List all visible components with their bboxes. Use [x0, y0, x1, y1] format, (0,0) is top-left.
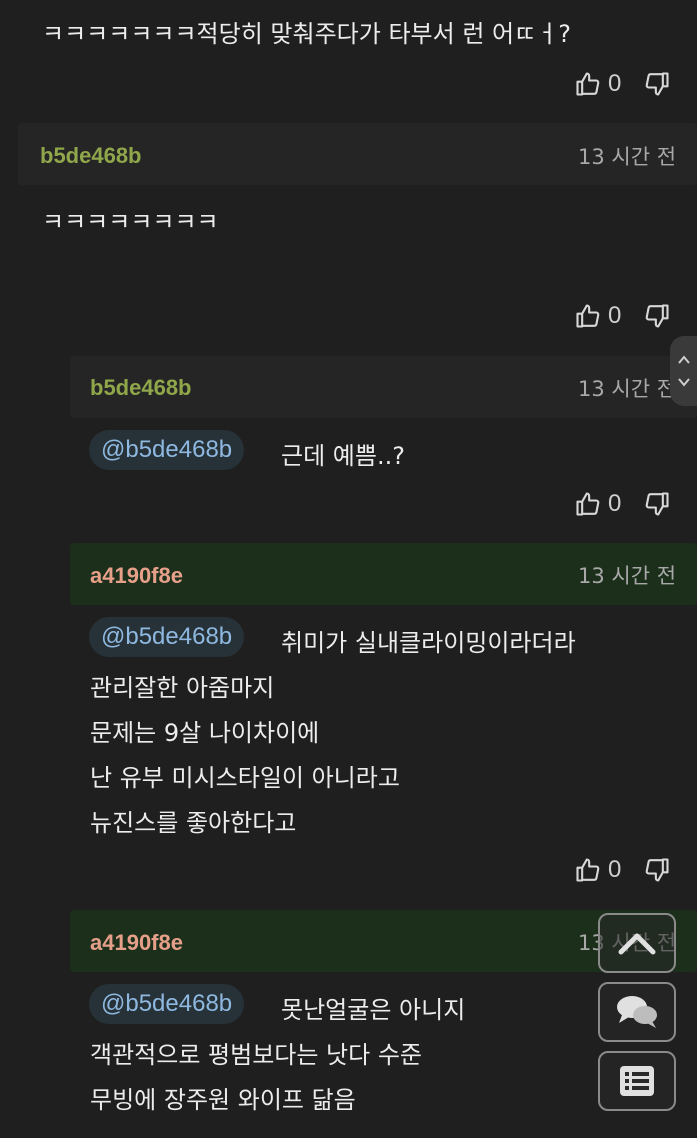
thumbs-down-icon[interactable] — [643, 856, 671, 884]
comment-text: 난 유부 미시스타일이 아니라고 — [90, 764, 400, 792]
thumbs-up-icon[interactable] — [574, 856, 602, 884]
comments-button[interactable] — [598, 982, 676, 1042]
vote-bar: 0 — [574, 850, 671, 890]
vote-bar: 0 — [574, 296, 671, 336]
chevron-up-icon — [618, 933, 656, 955]
comment-text: ㅋㅋㅋㅋㅋㅋㅋ적당히 맞춰주다가 타부서 런 어ㄸㅓ? — [42, 20, 572, 48]
thumbs-up-icon[interactable] — [574, 302, 602, 330]
scroll-handle[interactable] — [670, 336, 697, 406]
comment-text: 객관적으로 평범보다는 낫다 수준 — [90, 1041, 423, 1069]
thumbs-up-icon[interactable] — [574, 490, 602, 518]
like-count: 0 — [608, 856, 622, 883]
comment-author[interactable]: a4190f8e — [90, 563, 183, 589]
thumbs-down-icon[interactable] — [643, 302, 671, 330]
like-count: 0 — [608, 302, 622, 329]
thumbs-down-icon[interactable] — [643, 70, 671, 98]
comment-author[interactable]: b5de468b — [40, 143, 142, 169]
comment-text: 뉴진스를 좋아한다고 — [90, 809, 297, 837]
mention-tag[interactable]: @b5de468b — [89, 430, 245, 470]
comment-author[interactable]: a4190f8e — [90, 930, 183, 956]
comment-time: 13 시간 전 — [578, 377, 677, 401]
comment-time: 13 시간 전 — [578, 564, 677, 588]
comment-text: 못난얼굴은 아니지 — [281, 996, 466, 1024]
thumbs-down-icon[interactable] — [643, 490, 671, 518]
comment-text: 근데 예쁨..? — [281, 442, 405, 470]
thumbs-up-icon[interactable] — [574, 70, 602, 98]
comment-text: 관리잘한 아줌마지 — [90, 674, 275, 702]
comment-text: ㅋㅋㅋㅋㅋㅋㅋㅋ — [42, 208, 219, 236]
chat-bubbles-icon — [617, 996, 657, 1028]
vote-bar: 0 — [574, 64, 671, 104]
list-icon — [620, 1066, 654, 1096]
mention-tag[interactable]: @b5de468b — [89, 984, 245, 1024]
comment-time: 13 시간 전 — [578, 145, 677, 169]
like-count: 0 — [608, 70, 622, 97]
scroll-handle-icon — [677, 355, 690, 387]
comment-author[interactable]: b5de468b — [90, 375, 192, 401]
scroll-top-button[interactable] — [598, 913, 676, 973]
comment-text: 문제는 9살 나이차이에 — [90, 719, 320, 747]
mention-tag[interactable]: @b5de468b — [89, 617, 245, 657]
list-button[interactable] — [598, 1051, 676, 1111]
like-count: 0 — [608, 490, 622, 517]
comment-text: 무빙에 장주원 와이프 닮음 — [90, 1086, 356, 1114]
comment-text: 취미가 실내클라이밍이라더라 — [281, 629, 576, 657]
vote-bar: 0 — [574, 484, 671, 524]
